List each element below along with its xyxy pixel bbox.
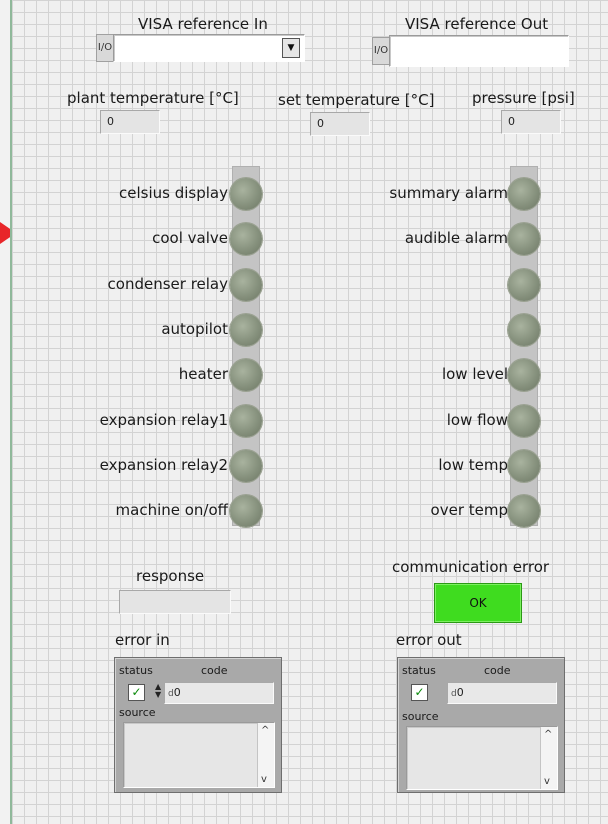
visa-out-label: VISA reference Out	[405, 15, 549, 33]
visa-out-io-icon: I/O	[372, 37, 390, 65]
right-leds-label-1: audible alarm	[404, 229, 508, 248]
right-leds-label-4: low level	[441, 365, 508, 384]
left-leds-label-1: cool valve	[152, 229, 228, 248]
communication-error-label: communication error	[392, 558, 550, 576]
right-leds-indicator-6	[508, 449, 540, 482]
left-leds-indicator-6	[230, 449, 262, 482]
left-leds-indicator-5	[230, 404, 262, 437]
scroll-up-icon[interactable]: ^	[261, 725, 269, 736]
error-in-cluster: status code ✓ ▲ ▼ d0 source ^ v	[114, 657, 282, 793]
error-in-status-checkbox[interactable]: ✓	[128, 684, 145, 701]
visa-in-label: VISA reference In	[138, 15, 268, 33]
error-in-code-label: code	[201, 664, 228, 677]
response-indicator	[119, 590, 231, 614]
visa-in-dropdown-button[interactable]: ▼	[282, 38, 300, 58]
error-in-code-stepper-icon[interactable]: ▲ ▼	[155, 683, 161, 699]
communication-error-ok-button[interactable]: OK	[434, 583, 522, 623]
right-leds-indicator-5	[508, 404, 540, 437]
right-leds-label-5: low flow	[446, 410, 508, 429]
left-leds-indicator-7	[230, 495, 262, 528]
plant-temperature-label: plant temperature [°C]	[67, 89, 239, 107]
error-in-code-value: 0	[173, 686, 181, 699]
left-leds-label-7: machine on/off	[115, 501, 228, 520]
scroll-up-icon[interactable]: ^	[544, 729, 552, 740]
right-leds-indicator-0	[508, 178, 540, 210]
response-label: response	[136, 567, 205, 585]
visa-out-field	[389, 35, 569, 67]
error-out-status-checkbox: ✓	[411, 684, 428, 701]
error-out-source-label: source	[402, 710, 439, 723]
set-temperature-indicator: 0	[310, 112, 370, 136]
error-in-source-scrollbar[interactable]: ^ v	[257, 723, 274, 787]
left-leds-indicator-2	[230, 268, 262, 301]
error-out-code-label: code	[484, 664, 511, 677]
front-panel: VISA reference In I/O ▼ VISA reference O…	[10, 0, 608, 824]
error-in-source-label: source	[119, 706, 156, 719]
right-leds-indicator-3	[508, 313, 540, 346]
error-out-source-field: ^ v	[406, 726, 558, 790]
plant-temperature-indicator: 0	[100, 110, 160, 134]
error-in-label: error in	[115, 631, 170, 649]
error-out-code-field: d0	[447, 682, 557, 704]
left-leds-indicator-0	[230, 178, 262, 210]
pressure-indicator: 0	[501, 110, 561, 134]
error-out-source-scrollbar[interactable]: ^ v	[540, 727, 557, 789]
pressure-label: pressure [psi]	[472, 89, 575, 107]
left-leds-label-5: expansion relay1	[99, 410, 228, 429]
error-out-label: error out	[396, 631, 462, 649]
right-leds-label-7: over temp	[430, 501, 508, 520]
left-leds-label-3: autopilot	[161, 319, 228, 338]
left-leds-label-2: condenser relay	[107, 274, 228, 293]
visa-in-field[interactable]	[113, 34, 305, 62]
right-leds-label-6: low temp	[438, 455, 508, 474]
error-out-cluster: status code ✓ d0 source ^ v	[397, 657, 565, 793]
left-leds-label-6: expansion relay2	[99, 455, 228, 474]
left-leds-indicator-3	[230, 313, 262, 346]
scroll-down-icon[interactable]: v	[544, 776, 550, 787]
error-in-code-field[interactable]: d0	[164, 682, 274, 704]
left-leds-indicator-4	[230, 359, 262, 392]
right-leds-label-0: summary alarm	[389, 184, 508, 202]
right-leds-indicator-4	[508, 359, 540, 392]
visa-in-io-icon: I/O	[96, 34, 114, 62]
scroll-down-icon[interactable]: v	[261, 774, 267, 785]
right-leds-indicator-7	[508, 495, 540, 528]
left-leds-label-0: celsius display	[119, 184, 228, 202]
error-in-status-label: status	[119, 664, 153, 677]
set-temperature-label: set temperature [°C]	[278, 91, 435, 109]
left-leds-label-4: heater	[178, 365, 228, 384]
error-in-source-field[interactable]: ^ v	[123, 722, 275, 788]
right-leds-indicator-2	[508, 268, 540, 301]
error-out-code-value: 0	[456, 686, 464, 699]
error-out-status-label: status	[402, 664, 436, 677]
